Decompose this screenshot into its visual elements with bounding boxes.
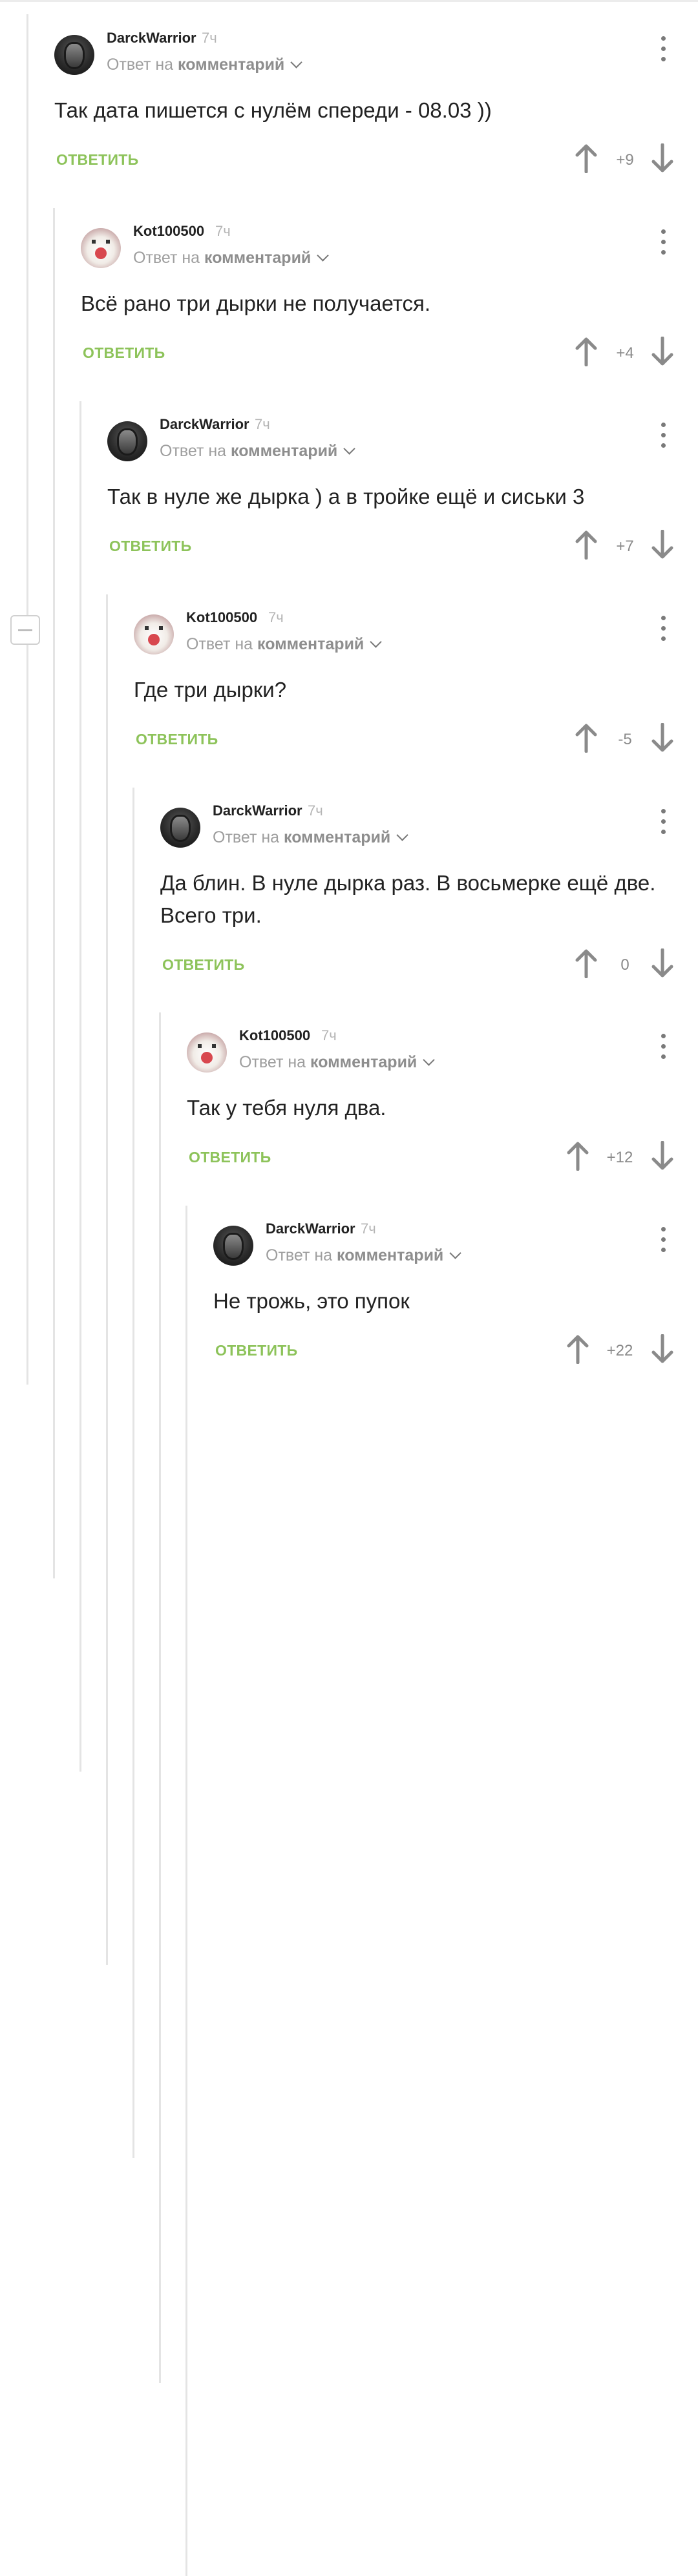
comment-time: 7ч	[308, 802, 323, 819]
comment-text: Где три дырки?	[134, 678, 287, 702]
kot100500-avatar[interactable]	[134, 614, 174, 654]
comment-author[interactable]: Kot100500	[133, 223, 204, 240]
more-vertical-icon[interactable]	[660, 229, 666, 255]
chevron-down-icon	[370, 636, 383, 648]
more-vertical-icon[interactable]	[660, 36, 666, 62]
comment-author[interactable]: Kot100500	[186, 609, 257, 626]
comment-time: 7ч	[321, 1027, 337, 1043]
arrow-up-icon[interactable]	[575, 337, 598, 366]
darckwarrior-avatar[interactable]	[54, 35, 94, 75]
reply-to-link[interactable]: Ответ на комментарий	[266, 1246, 462, 1265]
thread-line	[159, 1012, 161, 2383]
top-divider	[0, 0, 698, 2]
chevron-down-icon	[317, 249, 330, 262]
thread-line	[53, 208, 55, 1578]
reply-button[interactable]: ОТВЕТИТЬ	[109, 538, 191, 555]
reply-button[interactable]: ОТВЕТИТЬ	[189, 1149, 271, 1166]
reply-button[interactable]: ОТВЕТИТЬ	[215, 1342, 297, 1359]
comment-time: 7ч	[268, 609, 284, 625]
thread-line	[79, 401, 81, 1772]
comment: Kot100500 7ч Ответ на комментарий Так у …	[187, 1013, 698, 1200]
comment: DarckWarrior 7ч Ответ на комментарий Так…	[54, 16, 698, 203]
arrow-down-icon[interactable]	[651, 530, 674, 560]
more-vertical-icon[interactable]	[660, 616, 666, 642]
arrow-down-icon[interactable]	[651, 948, 674, 978]
reply-to-link[interactable]: Ответ на комментарий	[186, 635, 383, 654]
comment-author[interactable]: Kot100500	[239, 1027, 310, 1044]
collapse-minus-icon	[18, 629, 32, 631]
chevron-down-icon	[423, 1054, 436, 1066]
comment-text: Так в нуле же дырка ) а в тройке ещё и с…	[107, 485, 585, 508]
reply-to-link[interactable]: Ответ на комментарий	[133, 249, 330, 267]
arrow-down-icon[interactable]	[651, 337, 674, 366]
vote-score: -5	[618, 731, 632, 748]
more-vertical-icon[interactable]	[660, 1034, 666, 1060]
chevron-down-icon	[343, 443, 356, 455]
vote-score: +4	[616, 344, 634, 362]
comment-author[interactable]: DarckWarrior	[266, 1220, 355, 1237]
comment-text: Да блин. В нуле дырка раз. В восьмерке е…	[160, 871, 656, 927]
vote-score: 0	[620, 956, 629, 974]
comment: Kot100500 7ч Ответ на комментарий Где тр…	[134, 595, 698, 782]
more-vertical-icon[interactable]	[660, 809, 666, 835]
thread-line	[106, 594, 108, 1965]
vote-score: +9	[616, 151, 634, 169]
arrow-up-icon[interactable]	[575, 948, 598, 978]
reply-to-link[interactable]: Ответ на комментарий	[160, 442, 356, 461]
reply-button[interactable]: ОТВЕТИТЬ	[56, 151, 138, 169]
comment: Kot100500 7ч Ответ на комментарий Всё ра…	[81, 209, 698, 396]
darckwarrior-avatar[interactable]	[213, 1226, 253, 1266]
comment-time: 7ч	[215, 223, 231, 239]
reply-to-link[interactable]: Ответ на комментарий	[107, 56, 303, 74]
comment-time: 7ч	[361, 1220, 376, 1237]
arrow-up-icon[interactable]	[566, 1334, 589, 1364]
comment-text: Не трожь, это пупок	[213, 1289, 410, 1313]
more-vertical-icon[interactable]	[660, 423, 666, 448]
more-vertical-icon[interactable]	[660, 1227, 666, 1253]
chevron-down-icon	[396, 829, 409, 841]
vote-score: +7	[616, 538, 634, 555]
arrow-down-icon[interactable]	[651, 143, 674, 173]
thread-line	[132, 788, 134, 2158]
comment-author[interactable]: DarckWarrior	[160, 416, 249, 433]
chevron-down-icon	[449, 1247, 462, 1259]
darckwarrior-avatar[interactable]	[160, 808, 200, 848]
vote-score: +22	[606, 1342, 633, 1359]
comment-text: Так у тебя нуля два.	[187, 1096, 386, 1120]
collapse-thread-button[interactable]	[10, 615, 40, 645]
arrow-down-icon[interactable]	[651, 1334, 674, 1364]
comment-author[interactable]: DarckWarrior	[107, 30, 196, 47]
arrow-up-icon[interactable]	[575, 723, 598, 753]
comment-time: 7ч	[255, 416, 270, 432]
kot100500-avatar[interactable]	[187, 1032, 227, 1073]
comment: DarckWarrior 7ч Ответ на комментарий Да …	[160, 788, 698, 1008]
comment-text: Всё рано три дырки не получается.	[81, 291, 431, 315]
reply-button[interactable]: ОТВЕТИТЬ	[83, 344, 165, 362]
arrow-up-icon[interactable]	[575, 530, 598, 560]
reply-button[interactable]: ОТВЕТИТЬ	[162, 956, 244, 974]
comment-time: 7ч	[202, 30, 217, 46]
comment: DarckWarrior 7ч Ответ на комментарий Так…	[107, 402, 698, 589]
reply-to-link[interactable]: Ответ на комментарий	[239, 1053, 436, 1072]
comment-text: Так дата пишется с нулём спереди - 08.03…	[54, 98, 492, 122]
chevron-down-icon	[290, 56, 303, 68]
thread-line	[185, 1206, 187, 2576]
darckwarrior-avatar[interactable]	[107, 421, 147, 461]
vote-score: +12	[606, 1149, 633, 1166]
reply-button[interactable]: ОТВЕТИТЬ	[136, 731, 218, 748]
thread-line	[26, 14, 28, 1385]
arrow-down-icon[interactable]	[651, 1141, 674, 1171]
arrow-up-icon[interactable]	[566, 1141, 589, 1171]
reply-to-link[interactable]: Ответ на комментарий	[213, 828, 409, 847]
comment: DarckWarrior 7ч Ответ на комментарий Не …	[213, 1206, 698, 1394]
arrow-up-icon[interactable]	[575, 143, 598, 173]
arrow-down-icon[interactable]	[651, 723, 674, 753]
comment-author[interactable]: DarckWarrior	[213, 802, 302, 819]
kot100500-avatar[interactable]	[81, 228, 121, 268]
